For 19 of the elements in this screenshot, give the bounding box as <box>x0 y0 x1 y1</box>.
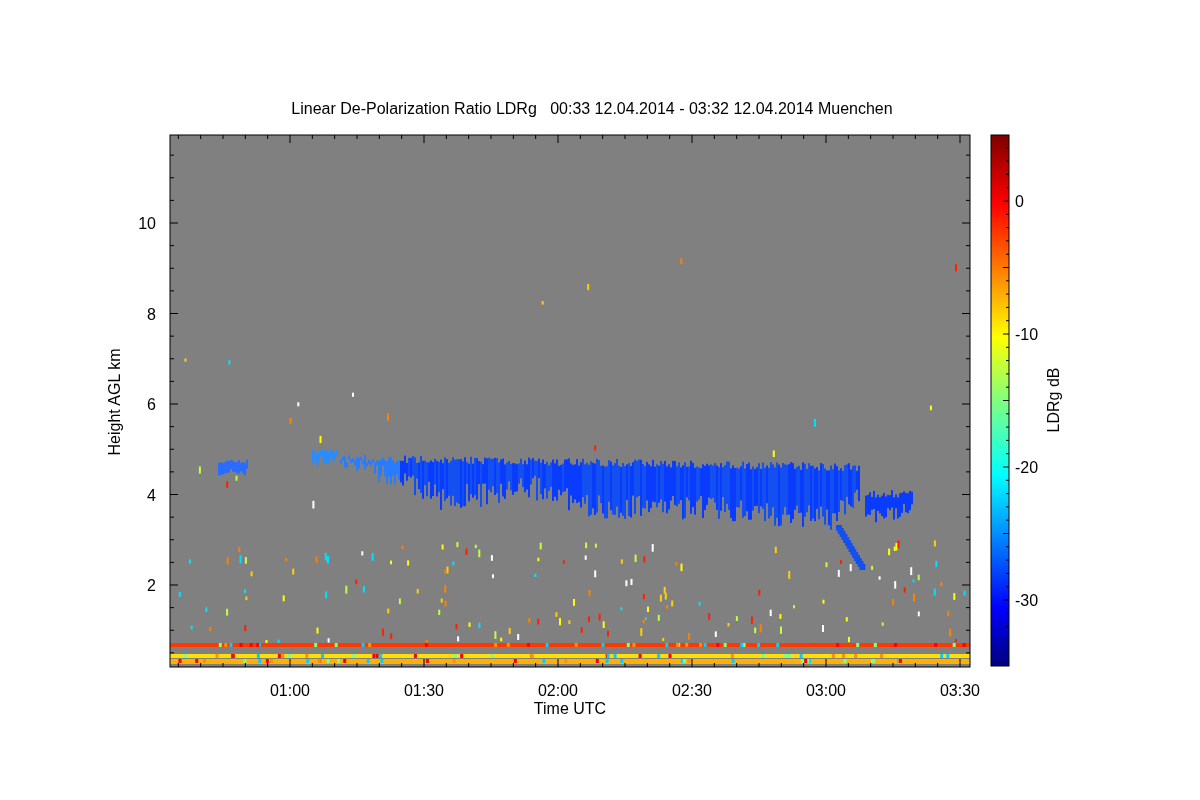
x-tick-label: 02:00 <box>538 682 578 699</box>
y-tick-label: 2 <box>147 577 156 594</box>
colorbar-tick-label: -30 <box>1015 592 1039 609</box>
x-tick-label: 03:00 <box>806 682 846 699</box>
colorbar-tick-label: 0 <box>1015 193 1024 210</box>
colorbar-tick-label: -10 <box>1015 326 1039 343</box>
x-tick-label: 03:30 <box>940 682 980 699</box>
y-tick-label: 6 <box>147 396 156 413</box>
y-axis-label: Height AGL km <box>106 348 123 456</box>
y-tick-label: 4 <box>147 486 156 504</box>
colorbar-label: LDRg dB <box>1045 367 1062 433</box>
chart-title: Linear De-Polarization Ratio LDRg 00:33 12.04.2014 - 03:32 12.04.2014 Muenchen <box>291 100 893 117</box>
x-tick-label: 01:30 <box>404 682 444 699</box>
x-tick-label: 01:00 <box>270 682 310 699</box>
x-axis-label: Time UTC <box>533 700 607 717</box>
y-tick-label: 10 <box>138 215 156 232</box>
y-tick-label: 8 <box>147 305 156 323</box>
x-tick-label: 02:30 <box>672 682 712 699</box>
colorbar-tick-label: -20 <box>1015 459 1039 476</box>
